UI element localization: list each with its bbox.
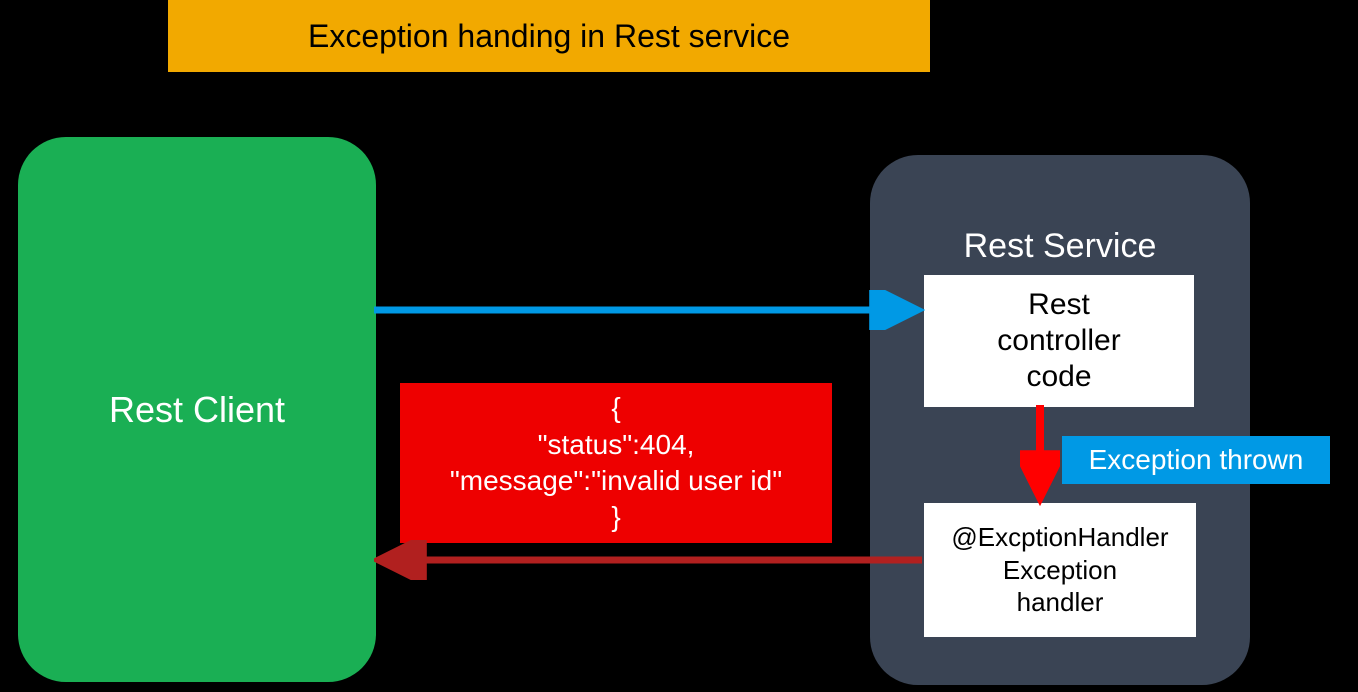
handler-line3: handler [1017,586,1104,619]
handler-line2: Exception [1003,554,1117,587]
rest-client-label: Rest Client [109,389,285,431]
error-response-box: { "status":404, "message":"invalid user … [400,383,832,543]
response-arrow [374,540,934,580]
controller-box: Rest controller code [924,275,1194,407]
error-status-line: "status":404, [538,427,695,463]
title-banner: Exception handing in Rest service [168,0,930,72]
rest-client-box: Rest Client [18,137,376,682]
controller-line3: code [1026,359,1091,395]
exception-thrown-text: Exception thrown [1089,444,1304,476]
error-brace-open: { [611,390,620,426]
controller-line1: Rest [1028,287,1090,323]
rest-service-box: Rest Service Rest controller code @Excpt… [870,155,1250,685]
title-text: Exception handing in Rest service [308,18,790,55]
handler-box: @ExcptionHandler Exception handler [924,503,1196,637]
exception-thrown-label: Exception thrown [1062,436,1330,484]
handler-line1: @ExcptionHandler [951,521,1168,554]
rest-service-label: Rest Service [870,227,1250,266]
error-message-line: "message":"invalid user id" [450,463,782,499]
request-arrow [374,290,934,330]
controller-line2: controller [997,323,1120,359]
error-brace-close: } [611,499,620,535]
